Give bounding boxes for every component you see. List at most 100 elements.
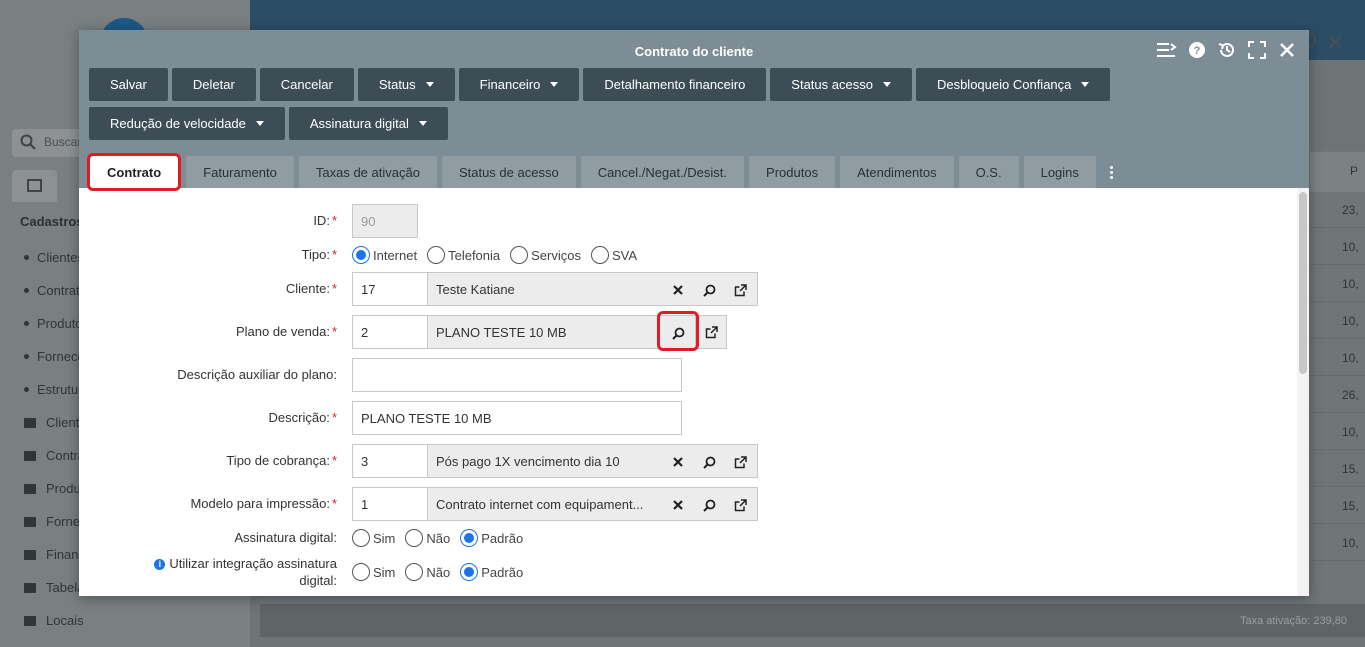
tipo-cobranca-id-input[interactable]: 3	[352, 444, 428, 478]
radio-internet[interactable]: Internet	[352, 246, 417, 264]
field-label: Plano de venda: *	[235, 324, 337, 339]
info-icon[interactable]: i	[154, 559, 166, 570]
modelo-desc-text: Contrato internet com equipament...	[436, 497, 644, 512]
cliente-desc: Teste Katiane	[428, 272, 758, 306]
save-button[interactable]: Salvar	[89, 68, 168, 101]
field-row-descricao-aux: Descrição auxiliar do plano:	[79, 358, 1297, 392]
grid-cell: 15,	[1310, 451, 1365, 487]
field-row-cliente: Cliente: * 17 Teste Katiane	[79, 272, 1297, 306]
status-dropdown-button[interactable]: Status	[357, 68, 455, 101]
grid-cell: 10,	[1310, 525, 1365, 561]
expand-icon[interactable]	[1245, 38, 1269, 62]
search-icon[interactable]	[701, 454, 717, 470]
delete-button-label: Deletar	[192, 77, 235, 92]
radio-telefonia[interactable]: Telefonia	[427, 246, 500, 264]
sidebar-folder[interactable]: Locais	[24, 613, 84, 628]
field-row-tipo-cobranca: Tipo de cobrança: * 3 Pós pago 1X vencime…	[79, 444, 1297, 478]
tab-contrato[interactable]: Contrato	[87, 153, 182, 191]
integracao-radio-group: Sim Não Padrão	[352, 555, 523, 589]
tab-status-acesso[interactable]: Status de acesso	[441, 156, 576, 188]
grid-cell: 10,	[1310, 229, 1365, 265]
close-icon[interactable]	[1275, 38, 1299, 62]
radio-nao[interactable]: Não	[405, 563, 450, 581]
external-link-icon[interactable]	[732, 282, 748, 298]
financeiro-dropdown-button[interactable]: Financeiro	[458, 68, 580, 101]
external-link-icon[interactable]	[732, 454, 748, 470]
external-link-icon[interactable]	[696, 315, 727, 349]
radio-sva[interactable]: SVA	[591, 246, 637, 264]
assinatura-digital-dropdown-button[interactable]: Assinatura digital	[288, 107, 448, 140]
grid-cell: 10,	[1310, 266, 1365, 302]
radio-checked-icon	[460, 563, 479, 581]
sidebar-item[interactable]: Clientes	[24, 250, 84, 265]
radio-padrao[interactable]: Padrão	[460, 563, 523, 581]
tab-taxas-ativacao[interactable]: Taxas de ativação	[298, 156, 437, 188]
tab-produtos[interactable]: Produtos	[749, 156, 836, 188]
search-icon[interactable]	[701, 497, 717, 513]
reducao-velocidade-dropdown-button[interactable]: Redução de velocidade	[89, 107, 285, 140]
assinatura-digital-label: Assinatura digital	[309, 116, 409, 131]
tab-cancel-negat-desist[interactable]: Cancel./Negat./Desist.	[580, 156, 745, 188]
financeiro-dropdown-label: Financeiro	[479, 77, 541, 92]
modal-header: Contrato do cliente ? Salvar Deletar Can…	[79, 30, 1309, 191]
radio-nao[interactable]: Não	[405, 529, 450, 547]
field-label: ID: *	[313, 213, 337, 228]
list-icon	[27, 179, 42, 192]
plano-desc-text: PLANO TESTE 10 MB	[436, 325, 567, 340]
background-close-icon: ✕	[1326, 30, 1345, 55]
desbloqueio-confianca-dropdown-button[interactable]: Desbloqueio Confiança	[915, 68, 1111, 101]
status-acesso-dropdown-button[interactable]: Status acesso	[770, 68, 912, 101]
more-tabs-icon[interactable]	[1101, 156, 1123, 188]
detalhamento-financeiro-button[interactable]: Detalhamento financeiro	[583, 68, 767, 101]
tipo-cobranca-desc-text: Pós pago 1X vencimento dia 10	[436, 454, 620, 469]
tab-faturamento[interactable]: Faturamento	[186, 156, 294, 188]
status-dropdown-label: Status	[378, 77, 416, 92]
radio-checked-icon	[352, 246, 370, 264]
tipo-cobranca-desc: Pós pago 1X vencimento dia 10	[428, 444, 758, 478]
grid-cell: 10,	[1310, 414, 1365, 450]
plano-id-input[interactable]: 2	[352, 315, 428, 349]
desbloqueio-confianca-label: Desbloqueio Confiança	[936, 77, 1072, 92]
modal-title: Contrato do cliente	[634, 44, 754, 59]
clear-icon[interactable]	[670, 497, 686, 513]
clear-icon[interactable]	[670, 454, 686, 470]
radio-unchecked-icon	[405, 563, 424, 581]
help-icon[interactable]: ?	[1185, 38, 1209, 62]
sidebar-search[interactable]: Buscar	[12, 129, 82, 157]
external-link-icon[interactable]	[732, 497, 748, 513]
tab-logins[interactable]: Logins	[1023, 156, 1096, 188]
tab-atendimentos[interactable]: Atendimentos	[840, 156, 954, 188]
field-row-tipo: Tipo: * Internet Telefonia Serviços SVA	[79, 238, 1297, 272]
field-row-descricao: Descrição: * PLANO TESTE 10 MB	[79, 401, 1297, 435]
clear-icon[interactable]	[670, 282, 686, 298]
radio-padrao[interactable]: Padrão	[460, 529, 523, 547]
history-icon[interactable]	[1215, 38, 1239, 62]
field-row-id: ID: * 90	[79, 204, 1297, 238]
scrollbar-thumb[interactable]	[1299, 192, 1307, 374]
tab-os[interactable]: O.S.	[958, 156, 1019, 188]
delete-button[interactable]: Deletar	[171, 68, 256, 101]
radio-sim[interactable]: Sim	[352, 529, 395, 547]
radio-servicos[interactable]: Serviços	[510, 246, 581, 264]
caret-down-icon	[882, 82, 891, 87]
radio-unchecked-icon	[591, 246, 609, 264]
field-label: Tipo: *	[301, 247, 337, 262]
radio-unchecked-icon	[352, 529, 370, 547]
sidebar-menu-tab[interactable]	[12, 170, 57, 202]
search-icon[interactable]	[701, 282, 717, 298]
descricao-input[interactable]: PLANO TESTE 10 MB	[352, 401, 682, 435]
radio-sim[interactable]: Sim	[352, 563, 395, 581]
menu-toggle-icon[interactable]	[1155, 38, 1179, 62]
cancel-button[interactable]: Cancelar	[259, 68, 354, 101]
grid-cell: 10,	[1310, 340, 1365, 376]
radio-checked-icon	[460, 529, 479, 547]
search-icon	[20, 134, 36, 150]
form-scrollbar[interactable]	[1297, 188, 1309, 596]
modelo-id-input[interactable]: 1	[352, 487, 428, 521]
cliente-id-input[interactable]: 17	[352, 272, 428, 306]
tipo-cobranca-lookup: 3 Pós pago 1X vencimento dia 10	[352, 444, 758, 478]
field-label: Descrição auxiliar do plano:	[177, 367, 337, 382]
field-row-plano: Plano de venda: * 2 PLANO TESTE 10 MB	[79, 311, 1297, 351]
detalhamento-financeiro-label: Detalhamento financeiro	[604, 77, 746, 92]
descricao-aux-input[interactable]	[352, 358, 682, 392]
